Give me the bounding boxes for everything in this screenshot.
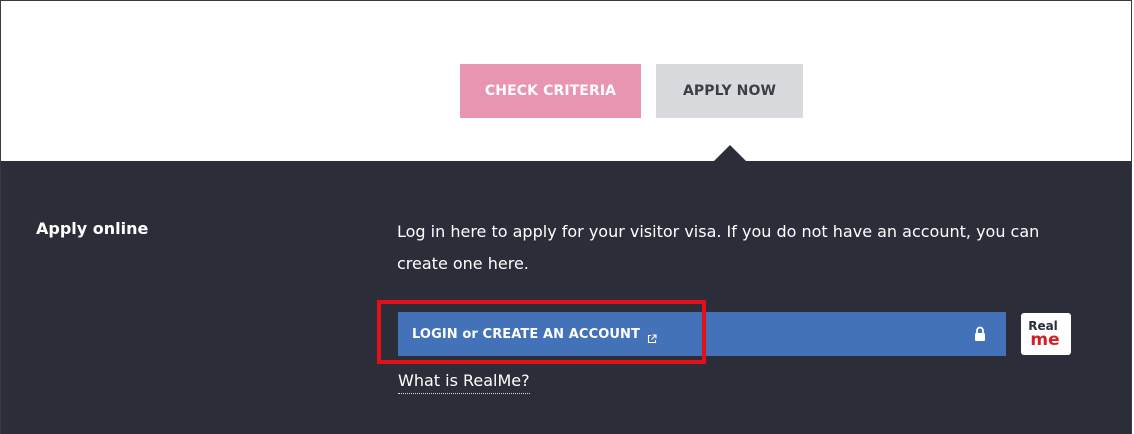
check-criteria-tab[interactable]: CHECK CRITERIA <box>460 64 641 118</box>
apply-online-panel <box>1 161 1131 434</box>
realme-logo: Real me <box>1021 313 1071 355</box>
apply-online-heading: Apply online <box>36 219 149 238</box>
active-tab-pointer <box>714 145 746 161</box>
what-is-realme-link[interactable]: What is RealMe? <box>398 371 530 394</box>
login-create-account-button[interactable]: LOGIN or CREATE AN ACCOUNT <box>398 312 1006 356</box>
intro-text-line-1: Log in here to apply for your visitor vi… <box>397 222 1040 241</box>
apply-now-tab[interactable]: APPLY NOW <box>656 64 803 118</box>
intro-text: Log in here to apply for your visitor vi… <box>397 216 1097 280</box>
intro-text-line-2: create one here. <box>397 254 529 273</box>
realme-logo-bottom: me <box>1030 330 1060 350</box>
external-link-icon <box>647 329 657 344</box>
login-button-label: LOGIN or CREATE AN ACCOUNT <box>412 326 640 342</box>
lock-icon <box>974 326 986 342</box>
